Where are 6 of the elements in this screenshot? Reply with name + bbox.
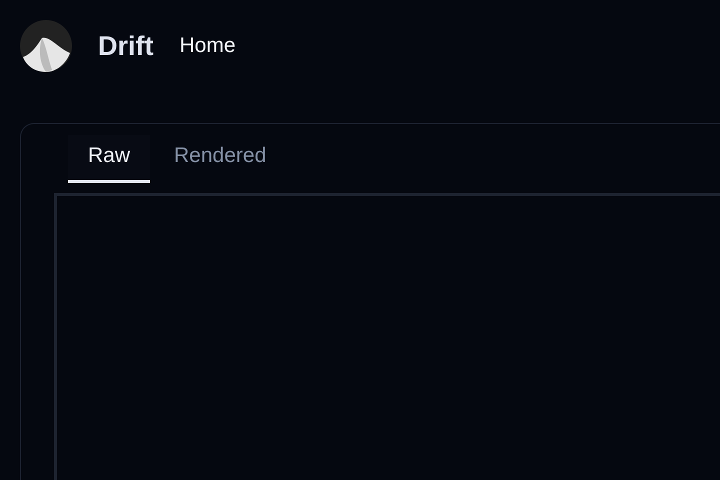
brand-name: Drift <box>98 30 154 62</box>
nav-link[interactable]: Home <box>180 34 236 58</box>
editor-field[interactable] <box>54 193 720 480</box>
logo-icon <box>20 20 72 72</box>
tab[interactable]: Rendered <box>154 135 286 183</box>
tab[interactable]: Raw <box>68 135 150 183</box>
